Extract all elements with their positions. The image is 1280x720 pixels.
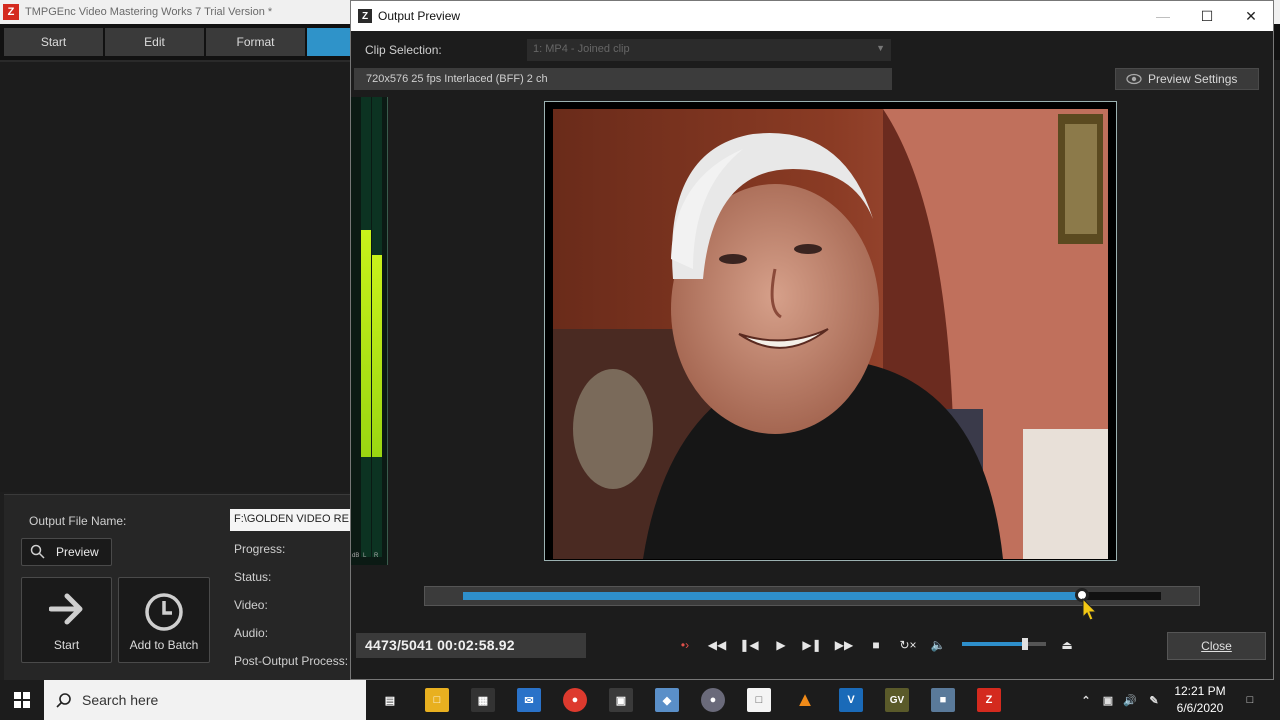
timecode-display: 4473/5041 00:02:58.92 <box>356 633 586 658</box>
meter-left-channel <box>361 97 371 557</box>
repeat-off-icon[interactable]: ↻× <box>897 634 919 656</box>
video-preview-frame <box>544 101 1117 561</box>
audio-label: Audio: <box>234 626 269 640</box>
step-back-icon[interactable]: ❚◀ <box>738 634 760 656</box>
task-view-icon[interactable]: ▤ <box>378 688 402 712</box>
taskbar-search-box[interactable]: Search here <box>44 680 366 720</box>
tab-edit[interactable]: Edit <box>105 28 204 56</box>
start-button-label: Start <box>53 638 80 652</box>
volume-icon[interactable]: 🔊 <box>1118 688 1142 712</box>
video-frame-image <box>553 109 1108 559</box>
app-content-area <box>0 60 350 492</box>
clock-time: 12:21 PM <box>1174 684 1226 698</box>
stop-icon[interactable]: ■ <box>865 634 887 656</box>
tab-format[interactable]: Format <box>206 28 305 56</box>
network-icon[interactable]: ▣ <box>1096 688 1120 712</box>
chevron-down-icon: ▼ <box>876 43 885 53</box>
media-app-icon[interactable]: ▣ <box>609 688 633 712</box>
pen-icon[interactable]: ✎ <box>1142 688 1166 712</box>
app-icon-2[interactable]: ● <box>701 688 725 712</box>
clip-selection-label: Clip Selection: <box>365 43 442 57</box>
file-explorer-icon[interactable]: □ <box>425 688 449 712</box>
app-v-icon[interactable]: V <box>839 688 863 712</box>
search-placeholder: Search here <box>82 692 159 708</box>
clock-date: 6/6/2020 <box>1176 701 1224 715</box>
app-disk-icon[interactable]: ■ <box>931 688 955 712</box>
search-icon <box>56 693 71 708</box>
output-file-name-label: Output File Name: <box>29 514 127 528</box>
post-output-label: Post-Output Process: <box>234 654 349 668</box>
volume-handle[interactable] <box>1022 638 1028 650</box>
meter-l-label: L <box>363 553 367 559</box>
audio-level-meter: dB L R <box>351 97 388 565</box>
meter-db-label: dB <box>352 553 360 559</box>
tmpgenc-logo-icon: Z <box>3 4 19 20</box>
close-button[interactable]: Close <box>1167 632 1266 660</box>
tab-start[interactable]: Start <box>4 28 103 56</box>
vlc-icon[interactable]: ▲ <box>793 688 817 712</box>
taskbar-clock[interactable]: 12:21 PM 6/6/2020 <box>1170 683 1230 717</box>
start-button[interactable]: Start <box>21 577 112 663</box>
preview-button-label: Preview <box>56 545 99 559</box>
volume-slider[interactable] <box>962 638 1046 650</box>
meter-left-fill <box>361 229 371 457</box>
progress-label: Progress: <box>234 542 286 556</box>
clip-selection-value: 1: MP4 - Joined clip <box>533 43 630 55</box>
volume-fill <box>962 642 1025 646</box>
video-info-bar: 720x576 25 fps Interlaced (BFF) 2 ch <box>354 68 892 90</box>
windows-start-button[interactable] <box>0 680 44 720</box>
output-file-name-field[interactable]: F:\GOLDEN VIDEO RE <box>230 509 350 531</box>
preview-title: Output Preview <box>378 9 461 23</box>
play-icon[interactable]: ▶ <box>770 634 792 656</box>
output-preview-window: Z Output Preview — ☐ ✕ Clip Selection: 1… <box>350 0 1274 680</box>
meter-r-label: R <box>374 553 379 559</box>
store-icon[interactable]: ▦ <box>471 688 495 712</box>
minimize-icon[interactable]: — <box>1141 1 1185 31</box>
add-to-batch-button[interactable]: Add to Batch <box>118 577 210 663</box>
clock-icon <box>145 593 183 631</box>
show-hidden-icons-icon[interactable]: ⌃ <box>1074 688 1098 712</box>
windows-logo-icon <box>14 692 30 708</box>
eject-icon[interactable]: ⏏ <box>1056 634 1078 656</box>
arrow-right-icon <box>48 593 82 625</box>
preview-settings-label: Preview Settings <box>1148 72 1238 86</box>
magnifier-icon <box>30 544 45 559</box>
rewind-icon[interactable]: ◀◀ <box>706 634 728 656</box>
meter-right-fill <box>372 255 382 457</box>
app-gv-icon[interactable]: GV <box>885 688 909 712</box>
document-icon[interactable]: □ <box>747 688 771 712</box>
notification-icon[interactable]: □ <box>1238 688 1262 712</box>
tmpgenc-small-logo-icon: Z <box>358 9 372 23</box>
app-icon-1[interactable]: ◆ <box>655 688 679 712</box>
tmpgenc-taskbar-icon[interactable]: Z <box>977 688 1001 712</box>
loop-marker-icon[interactable]: •› <box>674 634 696 656</box>
maximize-icon[interactable]: ☐ <box>1185 1 1229 31</box>
mouse-cursor-icon <box>1082 598 1098 621</box>
meter-right-channel <box>372 97 382 557</box>
speaker-icon[interactable]: 🔈 <box>927 634 949 656</box>
eye-icon <box>1126 73 1142 85</box>
video-label: Video: <box>234 598 268 612</box>
output-panel: Output File Name: F:\GOLDEN VIDEO RE Pre… <box>4 494 350 680</box>
seek-progress-fill <box>463 592 1083 600</box>
preview-settings-button[interactable]: Preview Settings <box>1115 68 1259 90</box>
preview-titlebar: Z Output Preview — ☐ ✕ <box>351 1 1273 31</box>
video-still-illustration <box>553 109 1108 559</box>
clip-selection-dropdown[interactable]: 1: MP4 - Joined clip ▼ <box>527 39 891 61</box>
seek-track <box>463 588 1161 602</box>
mail-icon[interactable]: ✉ <box>517 688 541 712</box>
close-window-icon[interactable]: ✕ <box>1229 1 1273 31</box>
status-label: Status: <box>234 570 272 584</box>
app-title: TMPGEnc Video Mastering Works 7 Trial Ve… <box>25 6 273 18</box>
preview-button[interactable]: Preview <box>21 538 112 566</box>
fast-forward-icon[interactable]: ▶▶ <box>833 634 855 656</box>
add-to-batch-label: Add to Batch <box>129 638 199 652</box>
step-forward-icon[interactable]: ▶❚ <box>801 634 823 656</box>
chrome-icon[interactable]: ● <box>563 688 587 712</box>
